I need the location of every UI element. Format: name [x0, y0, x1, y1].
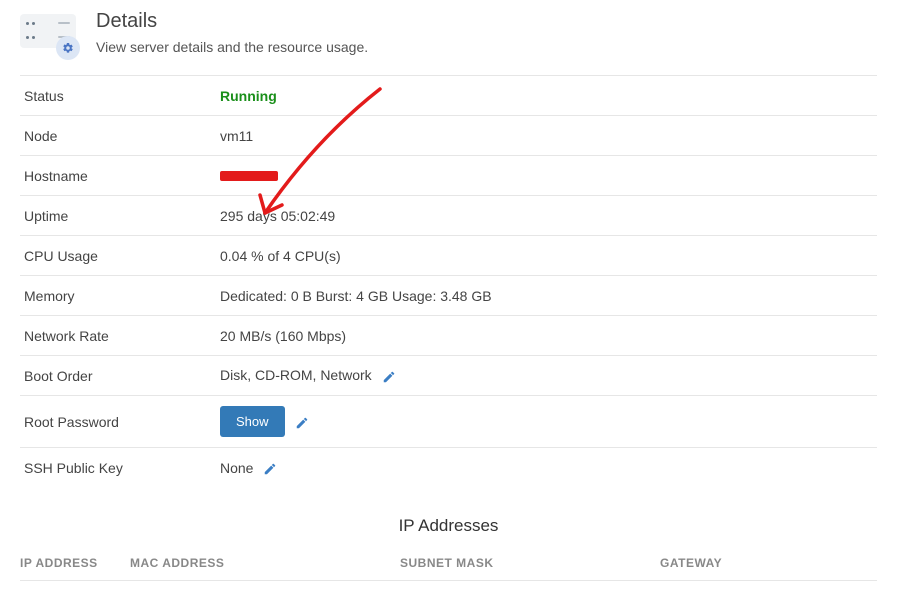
show-password-button[interactable]: Show [220, 406, 285, 437]
row-uptime: Uptime 295 days 05:02:49 [20, 196, 877, 236]
row-network: Network Rate 20 MB/s (160 Mbps) [20, 316, 877, 356]
row-cpu: CPU Usage 0.04 % of 4 CPU(s) [20, 236, 877, 276]
ip-addresses-title: IP Addresses [0, 516, 897, 536]
network-value: 20 MB/s (160 Mbps) [220, 328, 877, 344]
uptime-label: Uptime [20, 208, 220, 224]
page-title: Details [96, 10, 368, 33]
cpu-label: CPU Usage [20, 248, 220, 264]
cpu-value: 0.04 % of 4 CPU(s) [220, 248, 877, 264]
hostname-value [220, 171, 877, 181]
root-password-label: Root Password [20, 414, 220, 430]
row-ssh: SSH Public Key None [20, 448, 877, 488]
page-subtitle: View server details and the resource usa… [96, 39, 368, 55]
col-gateway: GATEWAY [660, 556, 877, 570]
edit-ssh-icon[interactable] [263, 460, 277, 476]
boot-label: Boot Order [20, 368, 220, 384]
network-label: Network Rate [20, 328, 220, 344]
boot-value: Disk, CD-ROM, Network [220, 367, 372, 383]
ip-table-header: IP ADDRESS MAC ADDRESS SUBNET MASK GATEW… [20, 556, 877, 581]
edit-password-icon[interactable] [295, 413, 309, 429]
node-value: vm11 [220, 128, 877, 144]
row-boot: Boot Order Disk, CD-ROM, Network [20, 356, 877, 396]
row-node: Node vm11 [20, 116, 877, 156]
hostname-label: Hostname [20, 168, 220, 184]
ip-table: IP ADDRESS MAC ADDRESS SUBNET MASK GATEW… [20, 556, 877, 581]
status-label: Status [20, 88, 220, 104]
details-table: Status Running Node vm11 Hostname Uptime… [20, 75, 877, 488]
memory-value: Dedicated: 0 B Burst: 4 GB Usage: 3.48 G… [220, 288, 877, 304]
row-hostname: Hostname [20, 156, 877, 196]
server-gear-icon [20, 14, 76, 54]
gear-icon [56, 36, 80, 60]
hostname-redacted [220, 171, 278, 181]
col-ip-address: IP ADDRESS [20, 556, 130, 570]
memory-label: Memory [20, 288, 220, 304]
status-value: Running [220, 88, 277, 104]
col-subnet-mask: SUBNET MASK [400, 556, 660, 570]
node-label: Node [20, 128, 220, 144]
edit-boot-icon[interactable] [382, 367, 396, 383]
col-mac-address: MAC ADDRESS [130, 556, 400, 570]
row-root-password: Root Password Show [20, 396, 877, 448]
ssh-label: SSH Public Key [20, 460, 220, 476]
row-memory: Memory Dedicated: 0 B Burst: 4 GB Usage:… [20, 276, 877, 316]
uptime-value: 295 days 05:02:49 [220, 208, 877, 224]
page-header: Details View server details and the reso… [0, 0, 897, 75]
ssh-value: None [220, 460, 253, 476]
row-status: Status Running [20, 76, 877, 116]
